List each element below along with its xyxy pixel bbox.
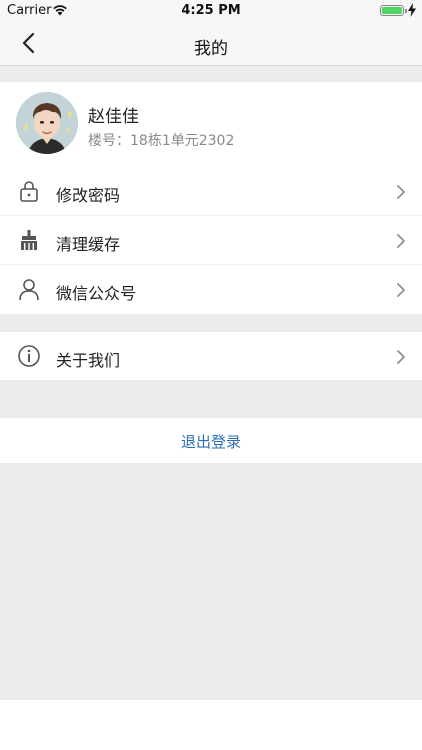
section-gap	[0, 380, 422, 418]
profile-card: 赵佳佳 楼号：18栋1单元2302	[0, 82, 422, 167]
menu-item-about-us[interactable]: 关于我们	[0, 332, 422, 380]
status-bar: Carrier 4:25 PM	[0, 0, 422, 22]
navigation-bar: 我的	[0, 22, 422, 66]
person-icon	[19, 279, 39, 301]
user-name: 赵佳佳	[88, 107, 139, 127]
menu-item-label: 微信公众号	[56, 284, 137, 303]
battery-icon	[380, 5, 407, 16]
empty-background	[0, 463, 422, 700]
menu-item-clear-cache[interactable]: 清理缓存	[0, 216, 422, 265]
page-title: 我的	[194, 39, 228, 59]
menu-item-change-password[interactable]: 修改密码	[0, 167, 422, 216]
charging-bolt-icon	[408, 3, 416, 17]
broom-icon	[21, 230, 37, 250]
section-gap	[0, 66, 422, 82]
avatar	[16, 92, 78, 154]
bottom-area	[0, 700, 422, 750]
menu-item-label: 关于我们	[56, 351, 121, 370]
logout-label: 退出登录	[180, 433, 241, 451]
lock-icon	[20, 181, 38, 202]
menu-item-label: 修改密码	[56, 186, 121, 205]
menu-item-label: 清理缓存	[56, 235, 121, 254]
status-time: 4:25 PM	[181, 3, 241, 18]
chevron-right-icon	[397, 283, 405, 297]
chevron-right-icon	[397, 350, 405, 364]
user-address: 楼号：18栋1单元2302	[88, 133, 235, 149]
info-icon	[18, 345, 40, 367]
chevron-right-icon	[397, 234, 405, 248]
chevron-right-icon	[397, 185, 405, 199]
menu-item-wechat-account[interactable]: 微信公众号	[0, 265, 422, 314]
section-gap	[0, 314, 422, 332]
logout-button[interactable]: 退出登录	[0, 418, 422, 463]
